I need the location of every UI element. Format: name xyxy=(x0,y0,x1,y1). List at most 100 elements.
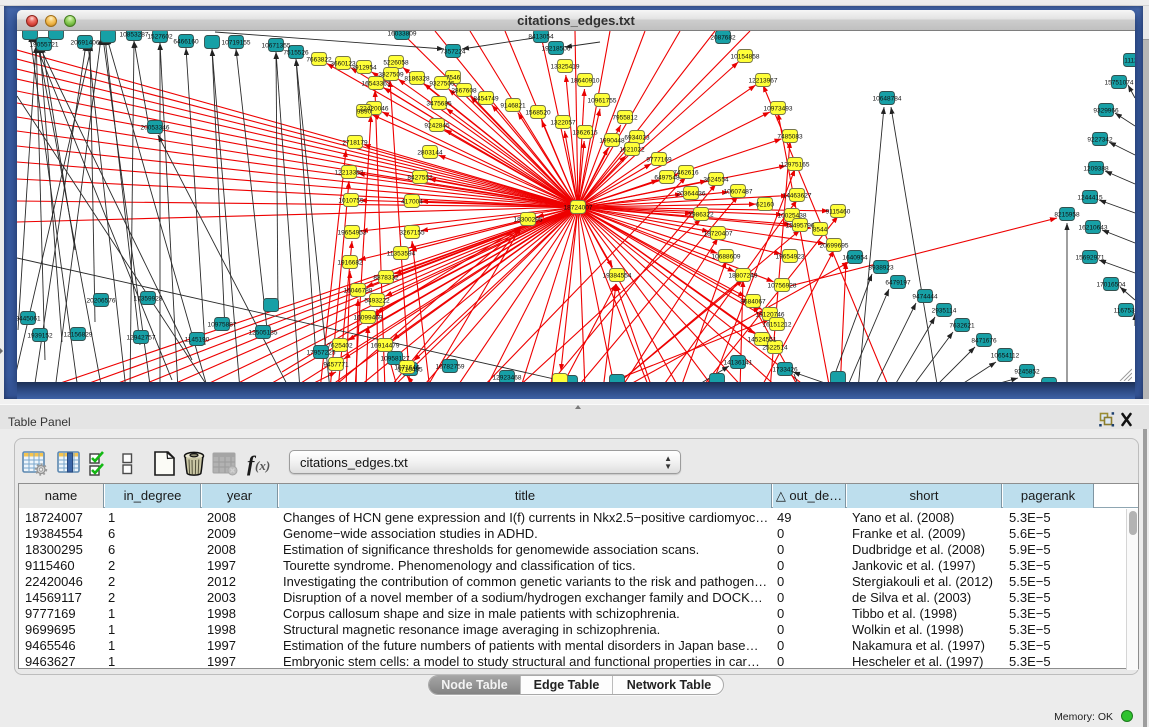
svg-text:3475685: 3475685 xyxy=(426,101,452,108)
svg-text:3912954: 3912954 xyxy=(351,65,377,72)
svg-text:1527602: 1527602 xyxy=(147,34,173,41)
svg-text:9146821: 9146821 xyxy=(500,103,526,110)
svg-text:10853287: 10853287 xyxy=(120,32,149,39)
svg-text:13325419: 13325419 xyxy=(551,64,580,71)
svg-text:15692971: 15692971 xyxy=(1076,255,1105,262)
svg-text:16543362: 16543362 xyxy=(362,81,391,88)
svg-text:2087682: 2087682 xyxy=(710,35,736,42)
svg-text:17957225: 17957225 xyxy=(307,350,336,357)
svg-text:18495796: 18495796 xyxy=(786,223,815,230)
svg-text:14524551: 14524551 xyxy=(748,337,777,344)
svg-text:6466160: 6466160 xyxy=(173,39,199,46)
svg-text:2935114: 2935114 xyxy=(932,308,957,315)
svg-text:19055721: 19055721 xyxy=(30,42,59,49)
svg-text:2867608: 2867608 xyxy=(451,88,477,95)
svg-text:8186328: 8186328 xyxy=(404,76,430,83)
svg-text:1362615: 1362615 xyxy=(572,130,598,137)
svg-text:6479197: 6479197 xyxy=(885,280,911,287)
svg-text:3267155: 3267155 xyxy=(399,230,425,237)
svg-text:5493222: 5493222 xyxy=(364,298,390,305)
svg-text:8938923: 8938923 xyxy=(868,265,894,272)
svg-text:7632621: 7632621 xyxy=(949,323,975,330)
svg-text:20206576: 20206576 xyxy=(87,298,116,305)
svg-text:1167533: 1167533 xyxy=(1114,308,1135,315)
svg-text:18300295: 18300295 xyxy=(514,217,543,224)
svg-text:8454749: 8454749 xyxy=(473,96,499,103)
svg-text:19218506: 19218506 xyxy=(542,46,571,53)
svg-text:1244415: 1244415 xyxy=(1077,195,1103,202)
svg-text:6497548: 6497548 xyxy=(654,175,680,182)
svg-text:1939152: 1939152 xyxy=(27,333,53,340)
svg-text:1145190: 1145190 xyxy=(185,337,210,344)
svg-text:5226058: 5226058 xyxy=(383,60,409,67)
svg-text:12156829: 12156829 xyxy=(64,332,93,339)
svg-text:12213967: 12213967 xyxy=(749,78,778,85)
svg-text:10961755: 10961755 xyxy=(588,98,617,105)
svg-text:3827509: 3827509 xyxy=(378,72,404,79)
svg-text:18724007: 18724007 xyxy=(564,205,593,212)
svg-text:62160: 62160 xyxy=(756,202,774,209)
svg-text:7986322: 7986322 xyxy=(688,212,714,219)
svg-text:19384554: 19384554 xyxy=(603,273,632,280)
svg-text:9474444: 9474444 xyxy=(912,294,938,301)
svg-text:9327505: 9327505 xyxy=(429,81,455,88)
svg-text:7663822: 7663822 xyxy=(306,57,332,64)
svg-text:1010755: 1010755 xyxy=(338,198,364,205)
svg-text:10654112: 10654112 xyxy=(991,353,1020,360)
svg-text:(x): (x) xyxy=(255,458,270,473)
svg-text:8427552: 8427552 xyxy=(407,175,433,182)
svg-text:16782759: 16782759 xyxy=(436,364,465,371)
svg-text:1621022: 1621022 xyxy=(619,147,645,154)
svg-text:9777169: 9777169 xyxy=(646,157,672,164)
svg-text:8544: 8544 xyxy=(813,227,828,234)
svg-text:9115460: 9115460 xyxy=(826,209,851,216)
svg-text:14136141: 14136141 xyxy=(724,360,753,367)
svg-text:2522514: 2522514 xyxy=(762,345,788,352)
svg-text:3624554: 3624554 xyxy=(703,177,729,184)
svg-text:19654923: 19654923 xyxy=(776,254,805,261)
svg-text:20699695: 20699695 xyxy=(820,243,849,250)
svg-text:1733426: 1733426 xyxy=(772,367,798,374)
svg-text:9227342: 9227342 xyxy=(1087,137,1113,144)
svg-text:10648784: 10648784 xyxy=(873,96,902,103)
svg-text:9245852: 9245852 xyxy=(1014,369,1040,376)
svg-text:6934023: 6934023 xyxy=(624,135,650,142)
svg-text:17016504: 17016504 xyxy=(1097,282,1126,289)
svg-text:10958127: 10958127 xyxy=(381,356,410,363)
svg-text:1568520: 1568520 xyxy=(525,110,551,117)
svg-text:7515526: 7515526 xyxy=(283,50,309,57)
svg-text:10719155: 10719155 xyxy=(222,40,251,47)
svg-text:2803144: 2803144 xyxy=(417,150,443,157)
svg-text:1916682: 1916682 xyxy=(337,260,363,267)
svg-text:1112: 1112 xyxy=(1124,58,1135,65)
svg-text:11353594: 11353594 xyxy=(387,251,416,258)
svg-text:417004: 417004 xyxy=(401,199,423,206)
svg-text:19654953: 19654953 xyxy=(338,230,367,237)
svg-text:1322057: 1322057 xyxy=(550,120,576,127)
svg-text:16120746: 16120746 xyxy=(756,312,785,319)
svg-text:17359928: 17359928 xyxy=(134,296,163,303)
svg-text:15751074: 15751074 xyxy=(1105,80,1134,87)
svg-text:10671355: 10671355 xyxy=(262,43,291,50)
svg-text:10973493: 10973493 xyxy=(764,106,793,113)
svg-text:12505135: 12505135 xyxy=(249,330,278,337)
svg-text:12213382: 12213382 xyxy=(335,170,364,177)
svg-text:1640954: 1640954 xyxy=(842,255,868,262)
svg-text:20364436: 20364436 xyxy=(677,191,706,198)
svg-text:18807249: 18807249 xyxy=(729,273,758,280)
svg-text:10756928: 10756928 xyxy=(768,283,797,290)
svg-text:8878332: 8878332 xyxy=(373,275,399,282)
svg-text:9242845: 9242845 xyxy=(424,123,450,130)
svg-text:2718179: 2718179 xyxy=(342,140,368,147)
svg-text:7955812: 7955812 xyxy=(612,115,638,122)
svg-text:16046788: 16046788 xyxy=(344,288,373,295)
svg-text:9890: 9890 xyxy=(357,109,372,116)
svg-text:12975165: 12975165 xyxy=(781,162,810,169)
svg-text:8471676: 8471676 xyxy=(971,338,997,345)
svg-text:16914479: 16914479 xyxy=(371,343,400,350)
svg-text:1209388: 1209388 xyxy=(1083,166,1109,173)
svg-text:10688609: 10688609 xyxy=(712,254,741,261)
svg-text:1990448: 1990448 xyxy=(599,138,625,145)
svg-text:10607487: 10607487 xyxy=(724,189,753,196)
svg-text:7625402: 7625402 xyxy=(327,343,353,350)
